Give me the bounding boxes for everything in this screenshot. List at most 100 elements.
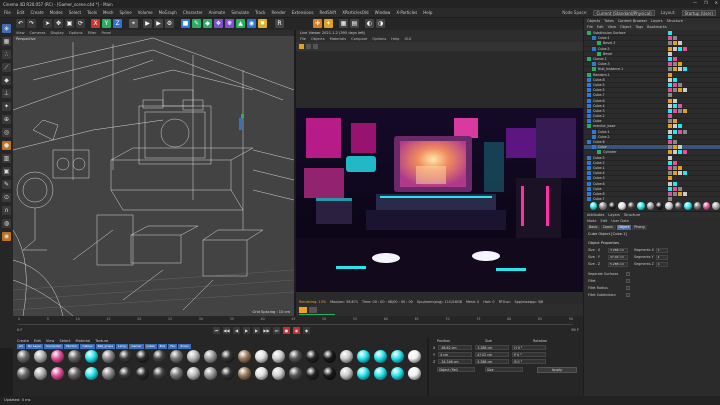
material-swatch[interactable] (17, 367, 30, 380)
autokey-icon[interactable]: ◉ (293, 327, 300, 334)
material-tag-icon[interactable] (668, 62, 672, 67)
menu-item-character[interactable]: Character (183, 10, 203, 15)
material-swatch[interactable] (391, 367, 404, 380)
material-preview-ball[interactable] (655, 202, 664, 210)
apply-button[interactable]: Apply (537, 367, 577, 373)
object-name[interactable]: Cube.1 (598, 130, 610, 134)
attr-size-field[interactable]: 47.02 cm (608, 255, 628, 260)
material-tab[interactable]: No Layer (25, 344, 44, 349)
object-name[interactable]: Cube.1 (593, 166, 605, 170)
object-name[interactable]: Cube.8 (593, 192, 605, 196)
edges-mode-icon[interactable]: ⟋ (2, 63, 11, 72)
material-tag-icon[interactable] (678, 165, 682, 170)
material-tag-icon[interactable] (668, 134, 672, 139)
size-x-field[interactable]: 3.288 cm (475, 345, 510, 350)
material-swatch[interactable] (187, 350, 200, 363)
material-swatch[interactable] (357, 350, 370, 363)
material-tag-icon[interactable] (668, 72, 672, 77)
om-menu-tags[interactable]: Tags (635, 24, 643, 30)
object-name[interactable]: Cube.5 (593, 156, 605, 160)
history-tab[interactable] (309, 307, 317, 313)
menu-item-animate[interactable]: Animate (209, 10, 226, 15)
coord-mode-select[interactable]: Object (Rel) (437, 367, 475, 372)
menu-item-window[interactable]: Window (375, 10, 391, 15)
material-tag-icon[interactable] (668, 77, 672, 82)
material-tag-icon[interactable] (673, 82, 677, 87)
timeline-end[interactable]: 90 F (571, 328, 579, 332)
object-name[interactable]: Cube.2 (598, 135, 610, 139)
material-preview-ball[interactable] (608, 202, 617, 210)
y-axis-icon[interactable]: Y (102, 19, 111, 28)
attr-segments-field[interactable]: 1 (655, 248, 668, 253)
polygons-mode-icon[interactable]: ◆ (2, 76, 11, 85)
material-tag-icon[interactable] (683, 88, 687, 93)
material-preview-ball[interactable] (665, 202, 673, 210)
render-start-icon[interactable] (299, 44, 304, 49)
material-swatch[interactable] (136, 367, 149, 380)
material-tag-icon[interactable] (673, 181, 677, 186)
material-tab[interactable]: Computer (44, 344, 64, 349)
object-name[interactable]: Cube.5 (593, 83, 605, 87)
material-swatch[interactable] (153, 367, 166, 380)
cube-icon[interactable]: ■ (181, 19, 190, 28)
attr-menu-edit[interactable]: Edit (601, 218, 608, 224)
material-swatch[interactable] (306, 367, 319, 380)
menu-item-mograph[interactable]: MoGraph (159, 10, 177, 15)
material-swatch[interactable] (306, 350, 319, 363)
material-tag-icon[interactable] (683, 67, 687, 72)
material-tab[interactable]: Ball_props (95, 344, 116, 349)
axis-mode-icon[interactable]: ⊥ (2, 89, 11, 98)
world-axis-icon[interactable]: ⌖ (129, 19, 138, 28)
material-tag-icon[interactable] (673, 171, 677, 176)
material-tag-icon[interactable] (668, 119, 672, 124)
material-tag-icon[interactable] (673, 62, 677, 67)
material-tag-icon[interactable] (673, 98, 677, 103)
object-name[interactable]: Subdivision Surface (593, 31, 626, 35)
brush-icon[interactable]: ✎ (2, 180, 11, 189)
snap-left-icon[interactable]: ⊕ (2, 115, 11, 124)
material-swatch[interactable] (51, 367, 64, 380)
material-swatch[interactable] (408, 350, 421, 363)
menu-item-select[interactable]: Select (69, 10, 81, 15)
menu-item-xparticlesold[interactable]: XParticlesOld (342, 10, 368, 15)
scale-icon[interactable]: ▣ (65, 19, 74, 28)
om-menu-view[interactable]: View (608, 24, 616, 30)
material-preview-ball[interactable] (599, 202, 607, 210)
material-preview-ball[interactable] (618, 202, 626, 210)
material-tag-icon[interactable] (678, 67, 682, 72)
object-name[interactable]: Cube.5 (598, 47, 610, 51)
material-tag-icon[interactable] (668, 181, 672, 186)
timeline-start[interactable]: 0 F (17, 328, 23, 332)
material-swatch[interactable] (289, 350, 302, 363)
lock-icon[interactable]: ▤ (350, 19, 359, 28)
menu-item-extensions[interactable]: Extensions (292, 10, 314, 15)
object-name[interactable]: Cloner.1 (593, 57, 607, 61)
material-tag-icon[interactable] (678, 145, 682, 150)
render-picture-icon[interactable]: ▶ (154, 19, 163, 28)
material-tag-icon[interactable] (673, 145, 677, 150)
material-tag-icon[interactable] (668, 150, 672, 155)
redshift-icon[interactable]: R (275, 19, 284, 28)
menu-item-track[interactable]: Track (255, 10, 265, 15)
attr-segments-field[interactable]: 1 (655, 255, 668, 260)
material-tag-icon[interactable] (673, 119, 677, 124)
picture-viewer[interactable]: Live Viewer 2021.1.2 (395 days left) Fil… (296, 30, 583, 316)
material-preview-ball[interactable] (684, 202, 692, 210)
material-tag-icon[interactable] (668, 140, 672, 145)
minimize-button[interactable]: — (693, 0, 697, 5)
material-swatch[interactable] (238, 367, 251, 380)
om-menu-object[interactable]: Object (620, 24, 631, 30)
menu-item-x-particles[interactable]: X-Particles (396, 10, 417, 15)
attr-segments-field[interactable]: 1 (655, 262, 668, 267)
material-tag-icon[interactable] (678, 171, 682, 176)
points-mode-icon[interactable]: ∴ (2, 50, 11, 59)
material-tag-icon[interactable] (668, 129, 672, 134)
material-tag-icon[interactable] (673, 124, 677, 129)
material-tag-icon[interactable] (673, 77, 677, 82)
size-y-field[interactable]: 47.02 cm (475, 352, 510, 357)
material-tab[interactable]: Glass (144, 344, 157, 349)
material-tab[interactable]: Props (178, 344, 191, 349)
menu-item-spline[interactable]: Spline (119, 10, 131, 15)
material-tag-icon[interactable] (678, 103, 682, 108)
material-tag-icon[interactable] (668, 103, 672, 108)
